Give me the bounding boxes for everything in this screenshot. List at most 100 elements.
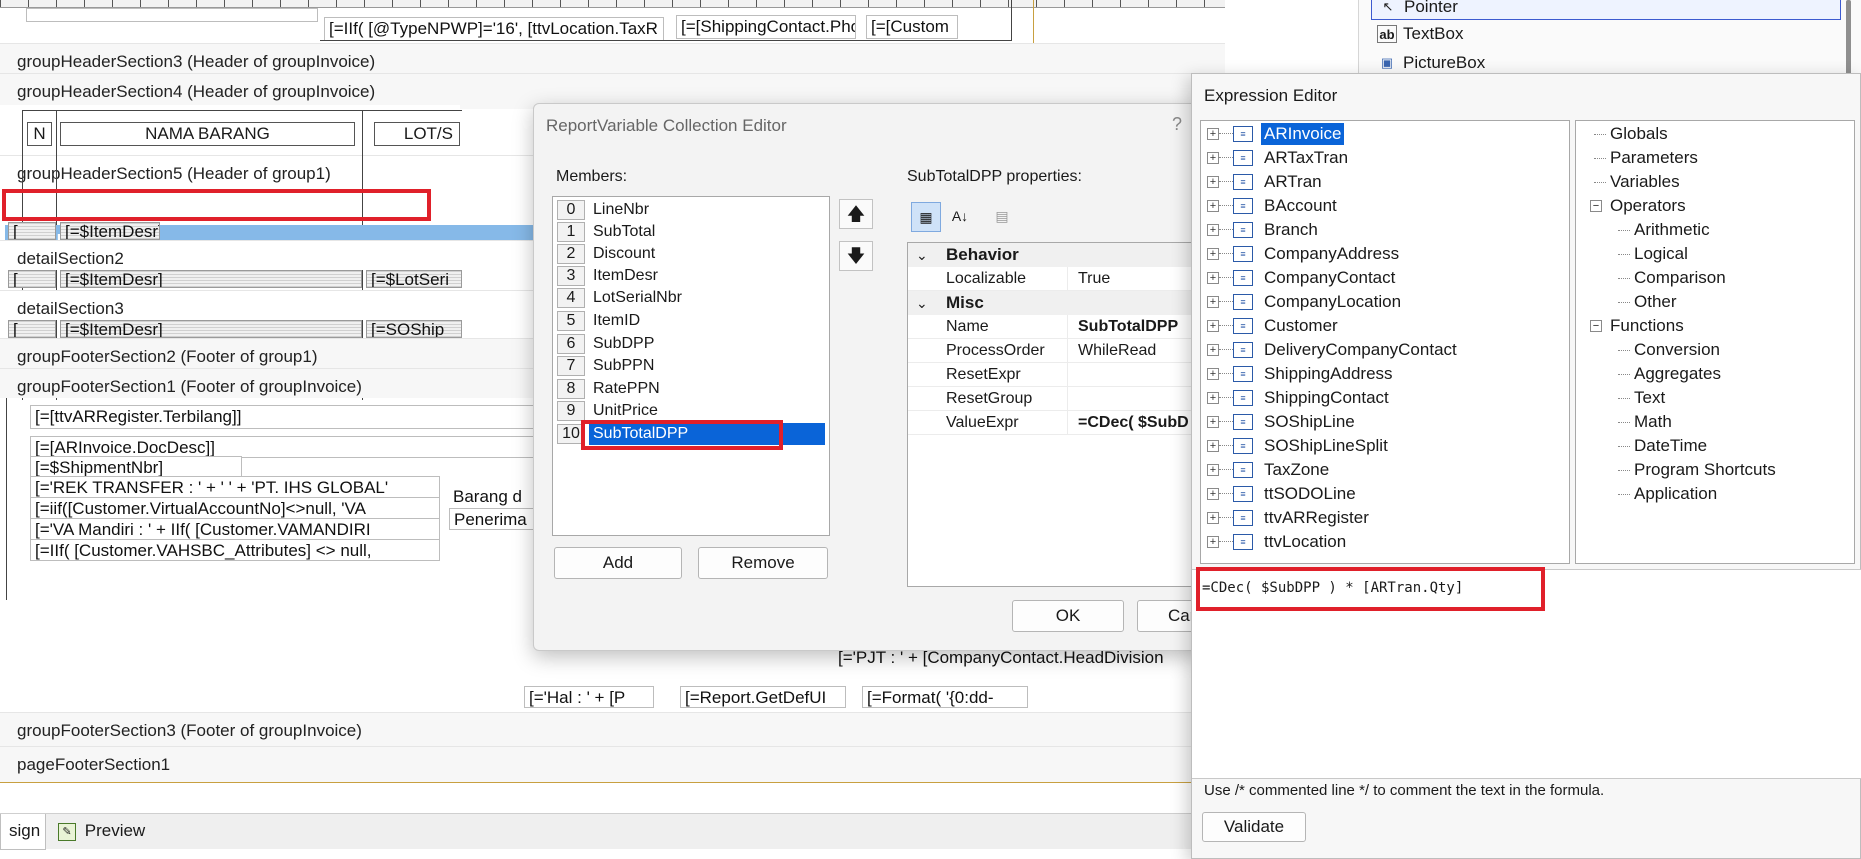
alphabetical-icon[interactable]: A↓ [945, 202, 975, 232]
expand-icon[interactable]: + [1207, 488, 1219, 500]
tree-node[interactable]: + ≡ ttvARRegister [1201, 507, 1561, 529]
detail-cell-item-desc[interactable]: [=$ItemDesr] [60, 320, 362, 338]
tree-node[interactable]: + ≡ ARTaxTran [1201, 147, 1561, 169]
tree-node[interactable]: + ≡ SOShipLine [1201, 411, 1561, 433]
node-operator-child[interactable]: Comparison [1634, 267, 1726, 289]
header-field-tax[interactable]: [=IIf( [@TypeNPWP]='16', [ttvLocation.Ta… [324, 17, 664, 41]
property-row[interactable]: ResetExpr [908, 363, 1206, 387]
member-row[interactable]: 0 LineNbr [555, 199, 827, 221]
column-header-lot-serial[interactable]: LOT/S [374, 122, 460, 146]
expand-icon[interactable]: + [1207, 152, 1219, 164]
tree-node[interactable]: + ≡ CompanyLocation [1201, 291, 1561, 313]
footer-field-va-mandiri[interactable]: [='VA Mandiri : ' + IIf( [Customer.VAMAN… [30, 518, 440, 540]
node-operators[interactable]: Operators [1610, 195, 1686, 217]
member-row[interactable]: 7 SubPPN [555, 355, 827, 377]
node-globals[interactable]: Globals [1610, 123, 1668, 145]
tree-node[interactable]: + ≡ Branch [1201, 219, 1561, 241]
validate-button[interactable]: Validate [1202, 812, 1306, 842]
property-pages-icon[interactable]: ▤ [987, 202, 1017, 232]
expand-icon[interactable]: + [1207, 296, 1219, 308]
node-function-child[interactable]: Aggregates [1634, 363, 1721, 385]
property-grid[interactable]: ⌄ Behavior Localizable True ⌄ Misc Name SubT… [907, 242, 1207, 587]
member-row[interactable]: 6 SubDPP [555, 333, 827, 355]
node-functions[interactable]: Functions [1610, 315, 1684, 337]
property-row[interactable]: ResetGroup [908, 387, 1206, 411]
category-misc[interactable]: ⌄ Misc [908, 291, 1206, 315]
expand-icon[interactable]: + [1207, 512, 1219, 524]
toolbox-scrollbar[interactable] [1846, 0, 1851, 78]
node-operator-child[interactable]: Logical [1634, 243, 1688, 265]
ok-button[interactable]: OK [1012, 600, 1124, 632]
detail-cell-item-desc[interactable]: [=$ItemDesr] [60, 270, 362, 288]
footer-field-shipmentnbr[interactable]: [=$ShipmentNbr] [30, 456, 242, 478]
member-row[interactable]: 3 ItemDesr [555, 265, 827, 287]
expand-icon[interactable]: + [1207, 224, 1219, 236]
member-row[interactable]: 2 Discount [555, 243, 827, 265]
categorized-icon[interactable]: ▦ [911, 202, 941, 232]
column-header-nama-barang[interactable]: NAMA BARANG [60, 122, 355, 146]
tree-node[interactable]: + ≡ CompanyContact [1201, 267, 1561, 289]
members-list[interactable]: 0 LineNbr 1 SubTotal 2 Discount 3 ItemDesr 4… [552, 196, 830, 536]
member-row[interactable]: 9 UnitPrice [555, 400, 827, 422]
expand-icon[interactable]: + [1207, 440, 1219, 452]
data-fields-tree[interactable]: + ≡ ARInvoice + ≡ ARTaxTran + ≡ ARTran + ≡ BAcco… [1200, 120, 1570, 564]
node-function-child[interactable]: Conversion [1634, 339, 1720, 361]
header-field-customer[interactable]: [=[Custom [866, 15, 958, 39]
node-operator-child[interactable]: Other [1634, 291, 1677, 313]
toolbox-item-textbox[interactable]: ab TextBox [1371, 22, 1841, 48]
expand-icon[interactable]: + [1207, 128, 1219, 140]
expand-icon[interactable]: + [1207, 200, 1219, 212]
band-group-footer-3[interactable]: groupFooterSection3 (Footer of groupInvo… [0, 712, 1225, 746]
page-field-hal[interactable]: [='Hal : ' + [P [524, 686, 654, 708]
tree-node[interactable]: + ≡ DeliveryCompanyContact [1201, 339, 1561, 361]
member-row[interactable]: 5 ItemID [555, 310, 827, 332]
footer-label-penerima[interactable]: Penerima [449, 508, 539, 530]
tree-node[interactable]: + ≡ ttvLocation [1201, 531, 1561, 553]
expand-icon[interactable]: + [1207, 464, 1219, 476]
expand-icon[interactable]: + [1207, 248, 1219, 260]
functions-tree[interactable]: Globals Parameters Variables − Operators… [1575, 120, 1855, 564]
property-row[interactable]: Name SubTotalDPP [908, 315, 1206, 339]
expand-icon[interactable]: + [1207, 392, 1219, 404]
footer-field-terbilang[interactable]: [=[ttvARRegister.Terbilang]] [30, 405, 550, 429]
footer-field-pjt[interactable]: [='PJT : ' + [CompanyContact.HeadDivisio… [838, 648, 1164, 668]
tree-node[interactable]: + ≡ BAccount [1201, 195, 1561, 217]
remove-button[interactable]: Remove [698, 547, 828, 579]
expand-icon[interactable]: + [1207, 272, 1219, 284]
node-function-child[interactable]: Application [1634, 483, 1717, 505]
property-row[interactable]: Localizable True [908, 267, 1206, 291]
footer-field-docdesc[interactable]: [=[ARInvoice.DocDesc]] [30, 436, 550, 458]
detail-cell-soship[interactable]: [=SOShip [366, 320, 462, 338]
help-button[interactable]: ? [1172, 114, 1182, 135]
toolbox-item-pointer[interactable]: ↖ Pointer [1371, 0, 1841, 20]
collapse-icon[interactable]: − [1590, 320, 1602, 332]
expand-icon[interactable]: + [1207, 416, 1219, 428]
expand-icon[interactable]: + [1207, 536, 1219, 548]
node-function-child[interactable]: Text [1634, 387, 1665, 409]
category-behavior[interactable]: ⌄ Behavior [908, 243, 1206, 267]
band-page-footer-1[interactable]: pageFooterSection1 [0, 746, 1225, 782]
property-row[interactable]: ValueExpr =CDec( $SubD [908, 411, 1206, 435]
member-row[interactable]: 4 LotSerialNbr [555, 287, 827, 309]
detail-cell-item-desc[interactable]: [=$ItemDesr] [60, 222, 160, 240]
column-header-no[interactable]: N [27, 122, 52, 146]
node-operator-child[interactable]: Arithmetic [1634, 219, 1710, 241]
expand-icon[interactable]: + [1207, 320, 1219, 332]
tab-preview[interactable]: ✎ Preview [50, 814, 170, 850]
tree-node[interactable]: + ≡ Customer [1201, 315, 1561, 337]
tree-node[interactable]: + ≡ ttSODOLine [1201, 483, 1561, 505]
expand-icon[interactable]: + [1207, 176, 1219, 188]
node-variables[interactable]: Variables [1610, 171, 1680, 193]
move-up-button[interactable]: 🡅 [839, 199, 873, 229]
page-field-format-date[interactable]: [=Format( '{0:dd- [862, 686, 1028, 708]
header-field-shipping-phone[interactable]: [=[ShippingContact.Pho [676, 15, 856, 39]
detail-cell-no[interactable]: [ [8, 270, 56, 288]
footer-field-va-hsbc[interactable]: [=IIf( [Customer.VAHSBC_Attributes] <> n… [30, 539, 440, 561]
tree-node[interactable]: + ≡ ShippingAddress [1201, 363, 1561, 385]
footer-field-rek-transfer[interactable]: [='REK TRANSFER : ' + ' ' + 'PT. IHS GLO… [30, 476, 440, 498]
node-function-child[interactable]: DateTime [1634, 435, 1707, 457]
detail-cell-no[interactable]: [ [8, 222, 56, 240]
expand-icon[interactable]: + [1207, 344, 1219, 356]
detail-cell-lot-serial[interactable]: [=$LotSeri [366, 270, 462, 288]
header-field-empty[interactable] [26, 8, 318, 22]
